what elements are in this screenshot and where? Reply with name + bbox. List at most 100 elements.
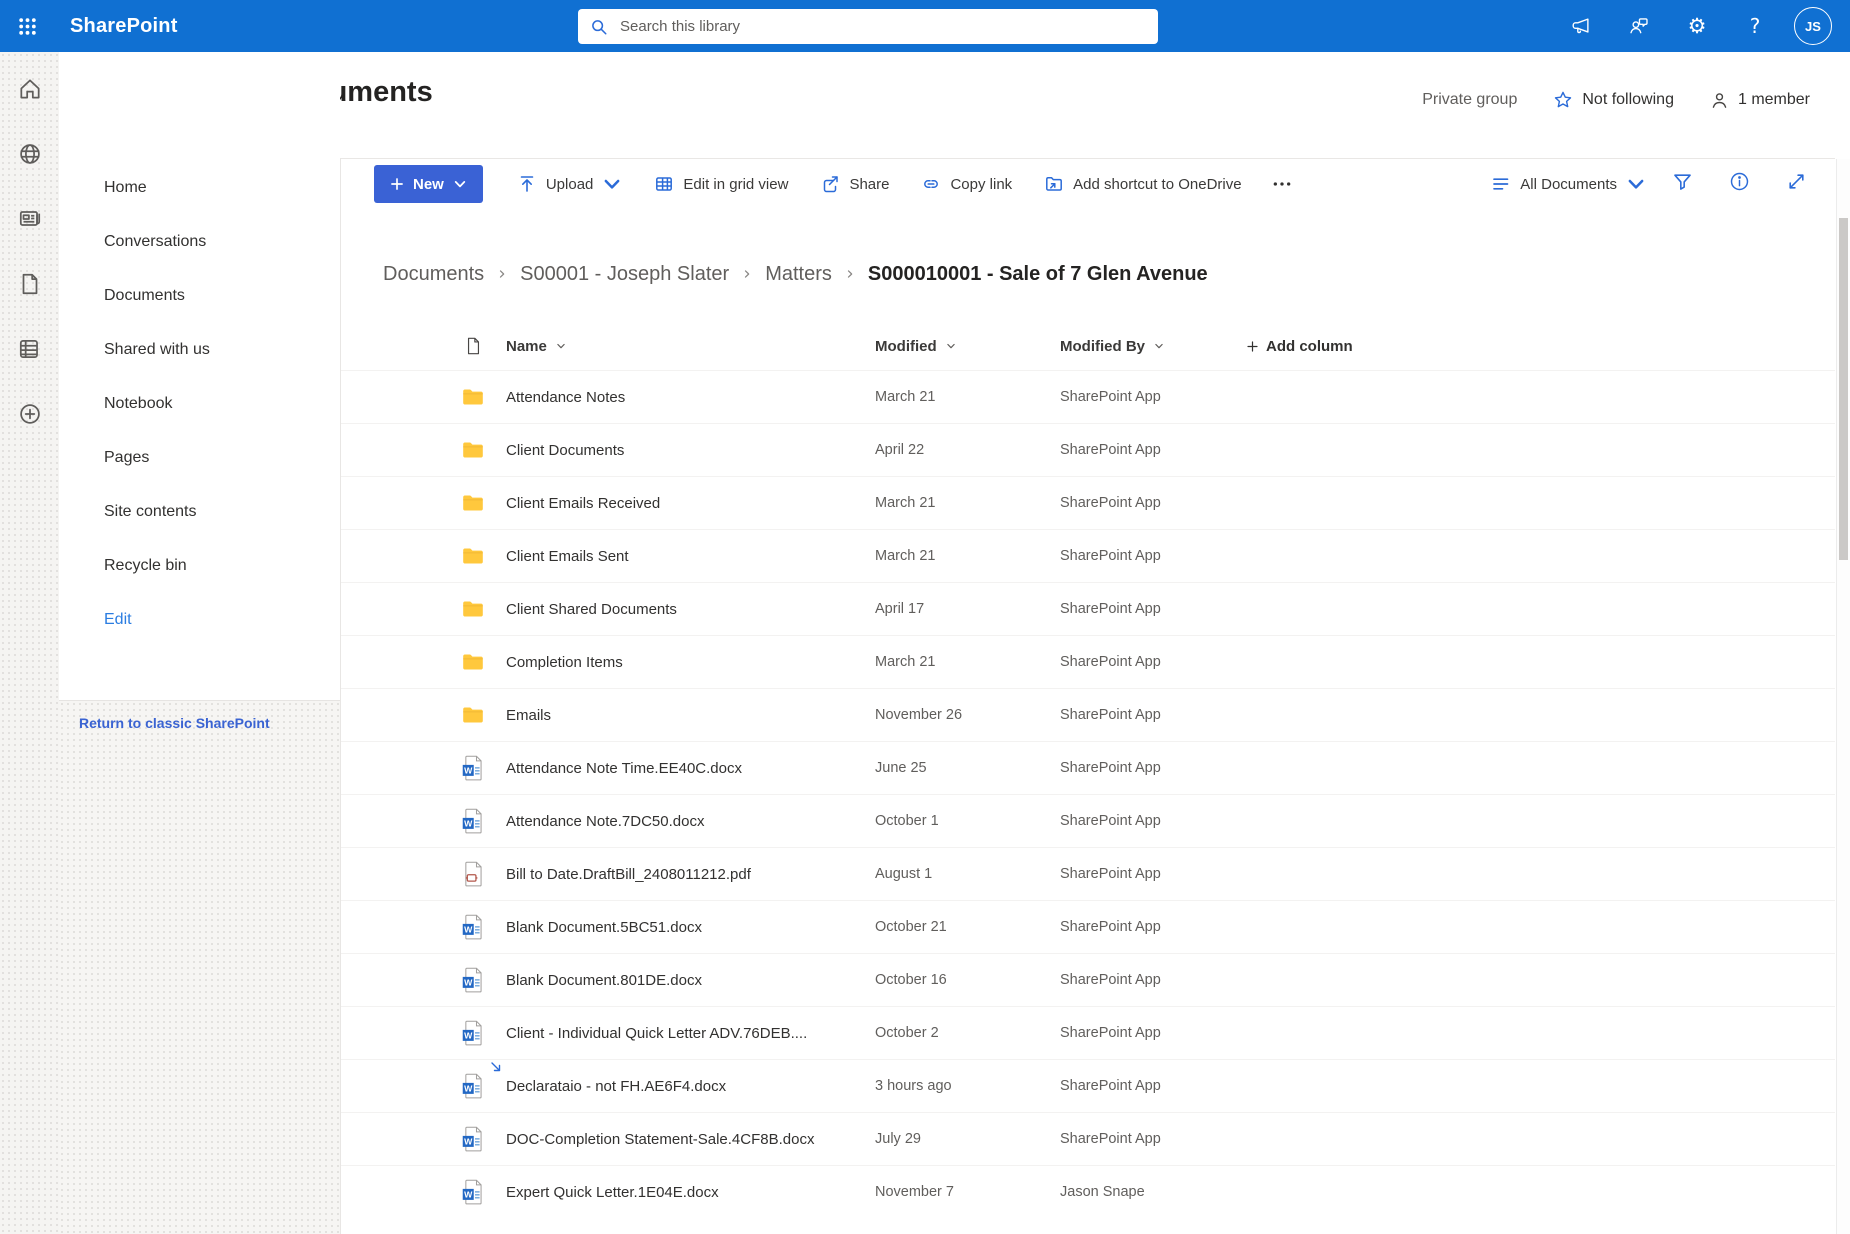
command-bar: New Upload Edit in grid view Share Copy lin… [341,159,1835,209]
table-row[interactable]: WClient - Individual Quick Letter ADV.76… [341,1006,1835,1059]
file-type-column-icon [440,337,506,355]
table-row[interactable]: WAttendance Note.7DC50.docxOctober 1Shar… [341,794,1835,847]
chevron-icon [845,269,855,279]
edit-in-grid-view-button[interactable]: Edit in grid view [654,174,788,194]
add-column-button[interactable]: Add column [1246,338,1835,355]
share-button[interactable]: Share [820,174,889,194]
table-row[interactable]: Attendance NotesMarch 21SharePoint App [341,370,1835,423]
modified-by: SharePoint App [1060,919,1246,935]
expand-button[interactable] [1786,171,1807,197]
nav-footer: Return to classic SharePoint [59,700,340,1234]
more-commands-button[interactable] [1272,174,1292,194]
file-name[interactable]: Blank Document.801DE.docx [506,972,875,989]
upload-button[interactable]: Upload [517,174,623,194]
modified-date: October 21 [875,919,1060,935]
vertical-scrollbar[interactable] [1836,159,1850,1234]
table-row[interactable]: Completion ItemsMarch 21SharePoint App [341,635,1835,688]
svg-text:W: W [464,766,473,776]
table-row[interactable]: WBlank Document.801DE.docxOctober 16Shar… [341,953,1835,1006]
follow-button[interactable]: Not following [1553,90,1674,110]
rail-document-button[interactable] [17,271,43,302]
file-name[interactable]: Attendance Note Time.EE40C.docx [506,760,875,777]
add-shortcut-to-onedrive-button[interactable]: Add shortcut to OneDrive [1044,174,1241,194]
table-row[interactable]: WBlank Document.5BC51.docxOctober 21Shar… [341,900,1835,953]
sidebar-item-recycle-bin[interactable]: Recycle bin [104,539,340,593]
table-row[interactable]: WAttendance Note Time.EE40C.docxJune 25S… [341,741,1835,794]
file-name[interactable]: Client Emails Sent [506,548,875,565]
rail-add-button[interactable] [17,401,43,432]
folder-shortcut-icon [1044,174,1064,194]
help-button[interactable]: ? [1726,0,1784,52]
file-name[interactable]: Attendance Note.7DC50.docx [506,813,875,830]
sidebar-item-home[interactable]: Home [104,161,340,215]
file-name[interactable]: Expert Quick Letter.1E04E.docx [506,1184,875,1201]
file-name[interactable]: Attendance Notes [506,389,875,406]
file-name[interactable]: Declarataio - not FH.AE6F4.docx [506,1078,875,1095]
return-to-classic-link[interactable]: Return to classic SharePoint [79,715,340,731]
file-name[interactable]: Client Documents [506,442,875,459]
site-navigation: HomeConversationsDocumentsShared with us… [59,52,340,700]
file-name[interactable]: DOC-Completion Statement-Sale.4CF8B.docx [506,1131,875,1148]
column-header-name[interactable]: Name [506,338,875,355]
file-name[interactable]: Client Emails Received [506,495,875,512]
rail-list-button[interactable] [17,336,43,367]
copy-link-button[interactable]: Copy link [921,174,1012,194]
table-row[interactable]: WDeclarataio - not FH.AE6F4.docx3 hours … [341,1059,1835,1112]
sidebar-item-notebook[interactable]: Notebook [104,377,340,431]
command-label: Upload [546,176,594,193]
file-name[interactable]: Blank Document.5BC51.docx [506,919,875,936]
sidebar-edit-link[interactable]: Edit [104,593,340,647]
rail-news-button[interactable] [17,206,43,237]
sidebar-item-documents[interactable]: Documents [104,269,340,323]
column-header-modified[interactable]: Modified [875,338,1060,355]
info-button[interactable] [1729,171,1750,197]
view-selector-button[interactable]: All Documents [1491,174,1646,194]
folder-cell [440,441,506,459]
command-label: Copy link [950,176,1012,193]
word-file-icon: W [462,1179,484,1205]
folder-cell [440,494,506,512]
sidebar-item-pages[interactable]: Pages [104,431,340,485]
plus-icon [390,177,404,191]
word-cell: W [440,1179,506,1205]
rail-globe-button[interactable] [17,141,43,172]
table-row[interactable]: WDOC-Completion Statement-Sale.4CF8B.doc… [341,1112,1835,1165]
modified-by: SharePoint App [1060,707,1246,723]
table-row[interactable]: Bill to Date.DraftBill_2408011212.pdfAug… [341,847,1835,900]
table-row[interactable]: WExpert Quick Letter.1E04E.docxNovember … [341,1165,1835,1218]
account-avatar[interactable]: JS [1794,7,1832,45]
feedback-button[interactable] [1610,0,1668,52]
sidebar-item-conversations[interactable]: Conversations [104,215,340,269]
settings-button[interactable]: ⚙ [1668,0,1726,52]
app-launcher-button[interactable] [0,0,54,52]
table-row[interactable]: Client DocumentsApril 22SharePoint App [341,423,1835,476]
rail-home-button[interactable] [17,76,43,107]
table-row[interactable]: Client Emails ReceivedMarch 21SharePoint… [341,476,1835,529]
modified-date: March 21 [875,548,1060,564]
file-name[interactable]: Completion Items [506,654,875,671]
search-input[interactable] [618,17,1146,36]
sidebar-item-shared-with-us[interactable]: Shared with us [104,323,340,377]
column-header-modified-by[interactable]: Modified By [1060,338,1246,355]
table-row[interactable]: EmailsNovember 26SharePoint App [341,688,1835,741]
table-row[interactable]: Client Shared DocumentsApril 17SharePoin… [341,582,1835,635]
table-row[interactable]: Client Emails SentMarch 21SharePoint App [341,529,1835,582]
file-name[interactable]: Emails [506,707,875,724]
new-button[interactable]: New [374,165,483,203]
announcements-button[interactable] [1552,0,1610,52]
breadcrumb-item[interactable]: Documents [383,263,484,286]
scrollbar-thumb[interactable] [1839,218,1848,560]
upload-icon [517,174,537,194]
filter-button[interactable] [1672,171,1693,197]
members-button[interactable]: 1 member [1710,91,1810,110]
breadcrumb-item[interactable]: Matters [765,263,832,286]
file-name[interactable]: Client Shared Documents [506,601,875,618]
modified-by: SharePoint App [1060,1131,1246,1147]
folder-icon [462,706,484,724]
sidebar-item-site-contents[interactable]: Site contents [104,485,340,539]
list-icon [17,336,43,362]
file-name[interactable]: Bill to Date.DraftBill_2408011212.pdf [506,866,875,883]
file-name[interactable]: Client - Individual Quick Letter ADV.76D… [506,1025,875,1042]
members-label: 1 member [1738,91,1810,109]
breadcrumb-item[interactable]: S00001 - Joseph Slater [520,263,729,286]
